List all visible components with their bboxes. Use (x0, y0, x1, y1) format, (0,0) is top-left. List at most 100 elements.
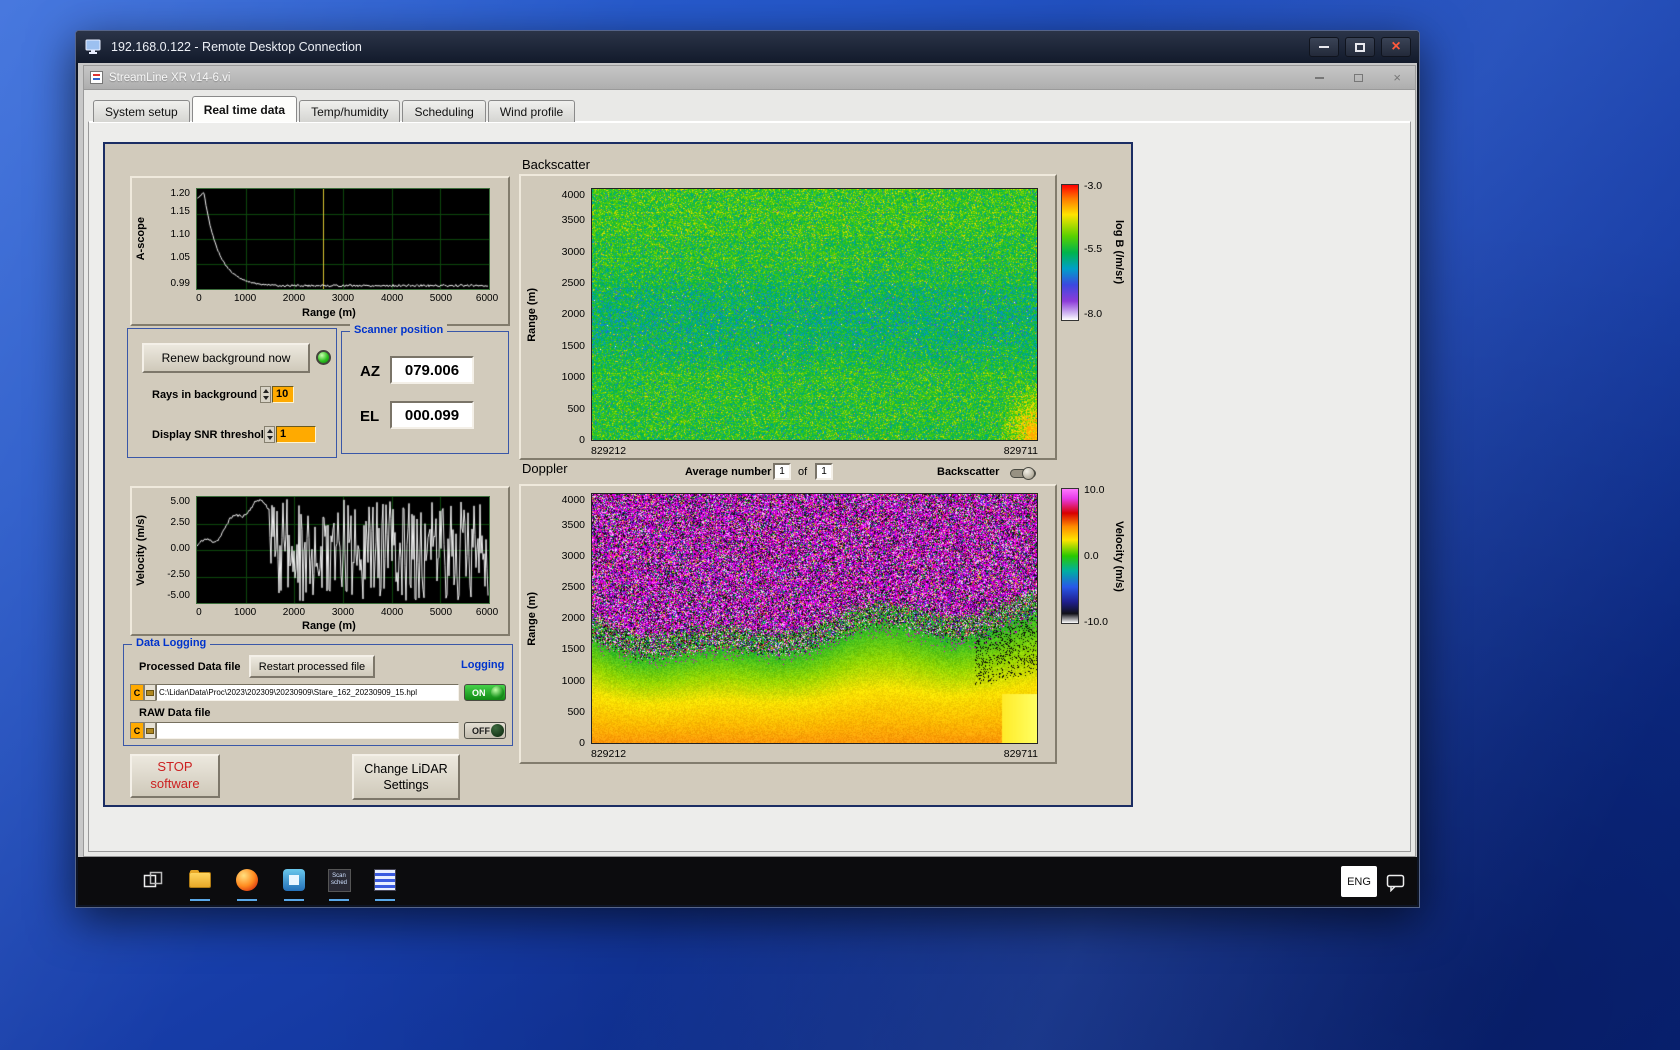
axis-tick: 1.10 (170, 229, 190, 240)
renew-status-led (316, 350, 331, 365)
change-lidar-settings-button[interactable]: Change LiDAR Settings (352, 754, 460, 800)
active-app-indicator (375, 899, 395, 901)
rays-spinner[interactable] (260, 386, 271, 403)
axis-tick: -2.50 (167, 569, 190, 580)
raw-logging-toggle[interactable]: OFF (464, 722, 506, 739)
of-label: of (798, 466, 808, 478)
streamline-window: StreamLine XR v14-6.vi × System setup Re… (83, 65, 1416, 857)
rays-in-background-label: Rays in background (152, 389, 258, 401)
average-number-label: Average number (685, 466, 772, 478)
backscatter-colorbar-label: log B (/m/sr) (1113, 220, 1125, 285)
labview-app-icon[interactable] (282, 868, 306, 892)
axis-tick: 5.00 (170, 496, 190, 507)
axis-tick: 829711 (1003, 748, 1038, 760)
app-restore-button[interactable] (1354, 73, 1364, 82)
processed-path-field[interactable]: C:\Lidar\Data\Proc\2023\202309\20230909\… (156, 684, 459, 701)
tab-real-time-data[interactable]: Real time data (191, 96, 298, 122)
axis-tick: 3000 (331, 607, 355, 618)
tab-temp-humidity[interactable]: Temp/humidity (299, 100, 401, 122)
rdp-minimize-button[interactable] (1309, 37, 1339, 57)
active-app-indicator (284, 899, 304, 901)
axis-tick: 2000 (561, 612, 585, 624)
axis-tick: 1.20 (170, 188, 190, 199)
axis-tick: 0 (579, 434, 585, 446)
raw-drive-selector[interactable]: C (130, 722, 144, 739)
rdp-titlebar[interactable]: 192.168.0.122 - Remote Desktop Connectio… (76, 31, 1419, 63)
active-app-indicator (237, 899, 257, 901)
backscatter-display-toggle[interactable] (1010, 467, 1036, 480)
tab-scheduling[interactable]: Scheduling (402, 100, 486, 122)
average-number-field[interactable]: 1 (773, 463, 791, 480)
rays-value-field[interactable]: 10 (272, 386, 294, 403)
axis-tick: 5000 (429, 607, 453, 618)
snr-value-field[interactable]: 1 (276, 426, 316, 443)
rdp-title: 192.168.0.122 - Remote Desktop Connectio… (111, 40, 362, 54)
velocity-canvas (197, 497, 489, 603)
doppler-title: Doppler (522, 461, 568, 476)
axis-tick: 1000 (561, 371, 585, 383)
axis-tick: 2000 (282, 293, 306, 304)
streamline-titlebar[interactable]: StreamLine XR v14-6.vi × (84, 66, 1415, 90)
axis-tick: 0.0 (1084, 550, 1099, 562)
active-app-indicator (329, 899, 349, 901)
firefox-icon[interactable] (235, 868, 259, 892)
axis-tick: 3000 (561, 246, 585, 258)
tab-page-real-time-data: A-scope 1.20 1.15 1.10 1.05 0.99 0 1000 … (88, 121, 1411, 852)
backscatter-graph: Range (m) 4000 3500 3000 2500 2000 1500 … (519, 174, 1057, 460)
task-view-icon[interactable] (141, 868, 165, 892)
processed-logging-toggle[interactable]: ON (464, 684, 506, 701)
axis-tick: 0 (579, 737, 585, 749)
axis-tick: 0 (196, 293, 202, 304)
schedule-app-icon[interactable] (373, 868, 397, 892)
axis-tick: 2500 (561, 277, 585, 289)
processed-browse-button[interactable] (144, 684, 156, 701)
snr-threshold-label: Display SNR threshold (152, 429, 271, 441)
snr-spinner[interactable] (264, 426, 275, 443)
axis-tick: -5.00 (167, 590, 190, 601)
axis-tick: 0.99 (170, 278, 190, 289)
ascope-ylabel: A-scope (135, 217, 147, 261)
app-close-button[interactable]: × (1393, 71, 1401, 84)
scanner-position-group: Scanner position AZ 079.006 EL 000.099 (341, 324, 509, 454)
ascope-plot (196, 188, 490, 290)
axis-tick: 5000 (429, 293, 453, 304)
axis-tick: -3.0 (1084, 180, 1103, 192)
processed-file-label: Processed Data file (139, 661, 241, 673)
ascope-canvas (197, 189, 489, 289)
restart-processed-file-button[interactable]: Restart processed file (249, 655, 375, 678)
axis-tick: -8.0 (1084, 308, 1103, 320)
processed-drive-selector[interactable]: C (130, 684, 144, 701)
desktop: 192.168.0.122 - Remote Desktop Connectio… (0, 0, 1680, 1050)
axis-tick: 2.50 (170, 517, 190, 528)
notification-icon[interactable] (1384, 871, 1408, 895)
stop-software-button[interactable]: STOP software (130, 754, 220, 798)
axis-tick: 3000 (561, 550, 585, 562)
raw-browse-button[interactable] (144, 722, 156, 739)
axis-tick: 0.00 (170, 543, 190, 554)
rdp-close-button[interactable]: × (1381, 37, 1411, 57)
file-explorer-icon[interactable] (188, 868, 212, 892)
axis-tick: 2500 (561, 581, 585, 593)
axis-tick: 1500 (561, 340, 585, 352)
renew-background-button[interactable]: Renew background now (142, 343, 310, 373)
rdp-maximize-button[interactable] (1345, 37, 1375, 57)
scan-schedule-app-icon[interactable]: Scan sched (327, 868, 351, 892)
velocity-graph: Velocity (m/s) 5.00 2.50 0.00 -2.50 -5.0… (130, 486, 510, 636)
lidar-front-panel: A-scope 1.20 1.15 1.10 1.05 0.99 0 1000 … (103, 142, 1133, 807)
axis-tick: 500 (567, 403, 585, 415)
app-minimize-button[interactable] (1315, 76, 1325, 79)
axis-tick: 2000 (282, 607, 306, 618)
axis-tick: 4000 (561, 189, 585, 201)
raw-path-field[interactable] (156, 722, 459, 739)
doppler-graph: Range (m) 4000 3500 3000 2500 2000 1500 … (519, 484, 1057, 764)
backscatter-ylabel: Range (m) (526, 287, 538, 342)
average-total-field[interactable]: 1 (815, 463, 833, 480)
axis-tick: 3500 (561, 519, 585, 531)
ascope-xlabel: Range (m) (302, 307, 356, 319)
tab-wind-profile[interactable]: Wind profile (487, 100, 576, 122)
axis-tick: 4000 (380, 293, 404, 304)
axis-tick: 1.15 (170, 206, 190, 217)
rdp-window: 192.168.0.122 - Remote Desktop Connectio… (75, 30, 1420, 908)
tab-system-setup[interactable]: System setup (93, 100, 190, 122)
language-indicator[interactable]: ENG (1341, 866, 1377, 897)
